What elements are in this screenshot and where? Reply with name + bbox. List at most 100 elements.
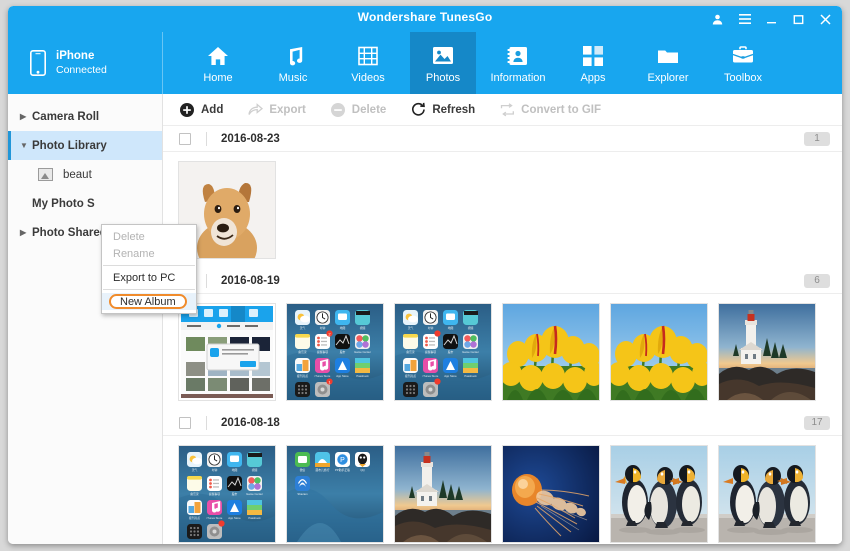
menu-icon[interactable] [738,12,751,26]
svg-text:Passbook: Passbook [248,516,261,520]
export-button[interactable]: Export [247,102,305,118]
svg-text:报刊亮点: 报刊亮点 [297,374,308,378]
group-count-badge: 1 [804,132,830,146]
context-menu-label: Export to PC [113,272,175,284]
tab-information[interactable]: Information [485,32,551,94]
group-count-badge: 6 [804,274,830,288]
jellyfish-photo[interactable] [503,446,599,542]
contact-card-icon [507,43,529,69]
app-window: Wondershare TunesGo [8,6,842,544]
ios-home-screen-photo[interactable]: 天气时钟地图视频 备忘录提醒事项股市Game Center 报刊亮点iTunes… [395,304,491,400]
context-menu-item-export-to-pc[interactable]: Export to PC [102,269,196,286]
svg-text:App Store: App Store [444,374,457,378]
svg-text:Game Center: Game Center [246,492,263,496]
content-panel: Add Export Delete [163,94,842,544]
button-label: Refresh [432,104,475,116]
sidebar-item-label: Camera Roll [32,111,99,123]
minus-circle-icon [330,102,346,118]
account-icon[interactable] [711,12,724,26]
group-header: 2016-08-23 1 [163,126,842,152]
svg-text:股市: 股市 [232,492,238,496]
ios-home-screen-photo[interactable]: 天气时钟地图视频 备忘录提醒事项股市Game Center 报刊亮点iTunes… [179,446,275,542]
photo-row: 天气时钟地图视频 备忘录提醒事项股市Game Center 报刊亮点iTunes… [163,436,842,544]
svg-text:股市: 股市 [340,350,346,354]
sidebar-item-my-photo-stream[interactable]: My Photo S [8,189,162,218]
svg-text:地图: 地图 [448,326,454,330]
penguins-photo[interactable] [611,446,707,542]
svg-text:iTunes Store: iTunes Store [315,374,331,378]
lighthouse-sunset-photo[interactable] [395,446,491,542]
svg-text:iTunes Store: iTunes Store [207,516,223,520]
sidebar-item-label: Photo Library [32,140,107,152]
sidebar-item-label: Photo Shared [32,227,107,239]
ios-second-screen-photo[interactable]: P 微信菌布儿旅行PP助手正版QQ Shazam [287,446,383,542]
maximize-button[interactable] [792,12,805,26]
yellow-tulips-photo[interactable] [503,304,599,400]
device-info[interactable]: iPhone Connected [8,32,163,94]
chevron-right-icon: ▶ [20,228,32,237]
tab-label: Toolbox [724,72,762,84]
penguins-photo[interactable] [719,446,815,542]
svg-text:iTunes Store: iTunes Store [423,374,439,378]
button-label: Convert to GIF [521,104,601,116]
delete-button[interactable]: Delete [330,102,387,118]
svg-text:Game Center: Game Center [354,350,371,354]
add-button[interactable]: Add [179,102,223,118]
device-status: Connected [56,64,107,77]
sidebar-item-album-beaut[interactable]: beaut [8,160,162,189]
context-menu: Delete Rename Export to PC New Album [101,224,197,314]
context-menu-separator [103,265,195,266]
svg-text:天气: 天气 [192,468,198,472]
app-screenshot-photo[interactable] [179,304,275,400]
tab-apps[interactable]: Apps [560,32,626,94]
sidebar: ▶ Camera Roll ▼ Photo Library beaut My P… [8,94,163,544]
context-menu-item-delete[interactable]: Delete [102,228,196,245]
photo-row [163,152,842,268]
group-select-checkbox[interactable] [179,417,191,429]
tab-explorer[interactable]: Explorer [635,32,701,94]
tab-label: Explorer [648,72,689,84]
ios-home-screen-photo[interactable]: 2 1 [287,304,383,400]
svg-text:Passbook: Passbook [464,374,477,378]
svg-text:视频: 视频 [468,326,474,330]
apps-grid-icon [583,43,603,69]
svg-text:提醒事项: 提醒事项 [209,492,220,496]
group-count-badge: 17 [804,416,830,430]
convert-to-gif-button[interactable]: Convert to GIF [499,102,601,118]
close-button[interactable] [819,12,832,26]
tab-home[interactable]: Home [185,32,251,94]
svg-text:备忘录: 备忘录 [406,350,415,354]
svg-text:视频: 视频 [360,326,366,330]
sidebar-item-photo-library[interactable]: ▼ Photo Library [8,131,162,160]
chevron-right-icon: ▶ [20,112,32,121]
chevron-down-icon: ▼ [20,141,32,150]
group-select-checkbox[interactable] [179,133,191,145]
tab-photos[interactable]: Photos [410,32,476,94]
context-menu-separator [103,289,195,290]
lighthouse-sunset-photo[interactable] [719,304,815,400]
plus-circle-icon [179,102,195,118]
svg-text:时钟: 时钟 [428,326,434,330]
svg-text:提醒事项: 提醒事项 [425,350,436,354]
photo-row: 2 1 [163,294,842,410]
photo-icon [432,43,454,69]
context-menu-item-new-album[interactable]: New Album [102,293,196,310]
svg-text:报刊亮点: 报刊亮点 [189,516,200,520]
svg-text:股市: 股市 [448,350,454,354]
sidebar-item-camera-roll[interactable]: ▶ Camera Roll [8,102,162,131]
svg-text:PP助手正版: PP助手正版 [335,468,350,472]
tab-toolbox[interactable]: Toolbox [710,32,776,94]
tab-label: Videos [351,72,384,84]
tab-videos[interactable]: Videos [335,32,401,94]
svg-text:菌布儿旅行: 菌布儿旅行 [316,468,330,472]
minimize-button[interactable] [765,12,778,26]
device-name: iPhone [56,49,107,63]
photo-scroll-area[interactable]: 2016-08-23 1 [163,126,842,544]
refresh-button[interactable]: Refresh [410,102,475,118]
folder-icon [657,43,679,69]
svg-text:地图: 地图 [340,326,346,330]
tab-music[interactable]: Music [260,32,326,94]
context-menu-item-rename[interactable]: Rename [102,245,196,262]
yellow-tulips-photo[interactable] [611,304,707,400]
svg-text:备忘录: 备忘录 [298,350,307,354]
